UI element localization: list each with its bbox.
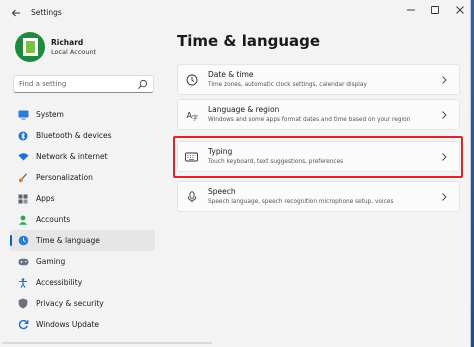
sidebar-item-accounts[interactable]: Accounts <box>10 209 155 230</box>
sidebar-item-network[interactable]: Network & internet <box>10 146 155 167</box>
sidebar-item-label: Network & internet <box>36 152 108 161</box>
selection-indicator <box>10 235 12 246</box>
title-bar: Settings <box>0 0 470 26</box>
maximize-icon <box>431 6 439 14</box>
settings-card-date-time[interactable]: Date & time Time zones, automatic clock … <box>177 64 460 95</box>
search-icon <box>138 79 148 89</box>
chevron-right-icon <box>442 193 447 201</box>
settings-card-speech[interactable]: Speech Speech language, speech recogniti… <box>177 181 460 212</box>
sidebar-item-privacy[interactable]: Privacy & security <box>10 293 155 314</box>
account-type: Local Account <box>51 48 97 56</box>
wifi-icon <box>17 151 29 163</box>
sidebar-item-label: Gaming <box>36 257 66 266</box>
typing-highlight-box <box>173 136 463 178</box>
window-title: Settings <box>31 8 62 17</box>
card-title: Speech <box>208 187 236 196</box>
avatar-shape-inner <box>26 41 35 53</box>
accessibility-icon <box>17 277 29 289</box>
sidebar-item-label: Accessibility <box>36 278 83 287</box>
sidebar-item-system[interactable]: System <box>10 104 155 125</box>
sidebar-item-time-language[interactable]: Time & language <box>10 230 155 251</box>
clock-icon <box>185 73 198 86</box>
user-name: Richard <box>51 38 84 47</box>
close-button[interactable] <box>449 3 470 17</box>
card-title: Language & region <box>208 105 280 114</box>
sidebar-item-gaming[interactable]: Gaming <box>10 251 155 272</box>
card-title: Date & time <box>208 70 254 79</box>
back-button[interactable] <box>8 6 24 20</box>
sidebar-item-label: Windows Update <box>36 320 100 329</box>
settings-window: Settings Richard Local Account Find a se… <box>0 0 471 347</box>
search-placeholder: Find a setting <box>19 80 67 88</box>
apps-icon <box>17 193 29 205</box>
sidebar-item-label: Time & language <box>36 236 100 245</box>
sidebar-item-label: System <box>36 110 64 119</box>
avatar[interactable] <box>15 32 45 62</box>
sidebar-item-label: Bluetooth & devices <box>36 131 112 140</box>
sidebar-nav: System Bluetooth & devices Network & int… <box>10 104 155 335</box>
language-icon: A字 <box>185 108 198 121</box>
card-description: Windows and some apps format dates and t… <box>208 117 411 123</box>
card-description: Speech language, speech recognition micr… <box>208 199 394 205</box>
gamepad-icon <box>17 256 29 268</box>
settings-card-language-region[interactable]: A字 Language & region Windows and some ap… <box>177 99 460 130</box>
close-icon <box>456 6 464 14</box>
monitor-icon <box>17 109 29 121</box>
account-icon <box>17 214 29 226</box>
bottom-divider <box>2 342 212 344</box>
brush-icon <box>17 172 29 184</box>
sidebar-item-label: Privacy & security <box>36 299 104 308</box>
chevron-right-icon <box>442 76 447 84</box>
sidebar-item-label: Accounts <box>36 215 71 224</box>
chevron-right-icon <box>442 111 447 119</box>
shield-icon <box>17 298 29 310</box>
minimize-button[interactable] <box>400 3 422 17</box>
update-icon <box>17 319 29 331</box>
sidebar-item-label: Apps <box>36 194 55 203</box>
sidebar-item-apps[interactable]: Apps <box>10 188 155 209</box>
microphone-icon <box>185 190 198 203</box>
globe-clock-icon <box>17 235 29 247</box>
card-description: Time zones, automatic clock settings, ca… <box>208 82 367 88</box>
sidebar-item-bluetooth[interactable]: Bluetooth & devices <box>10 125 155 146</box>
maximize-button[interactable] <box>424 3 446 17</box>
sidebar-item-accessibility[interactable]: Accessibility <box>10 272 155 293</box>
back-arrow-icon <box>11 9 20 17</box>
minimize-icon <box>407 9 415 11</box>
search-input[interactable]: Find a setting <box>13 75 154 93</box>
sidebar-item-personalization[interactable]: Personalization <box>10 167 155 188</box>
page-title: Time & language <box>177 32 321 50</box>
sidebar-item-windows-update[interactable]: Windows Update <box>10 314 155 335</box>
svg-text:字: 字 <box>192 114 198 121</box>
bluetooth-icon <box>17 130 29 142</box>
sidebar-item-label: Personalization <box>36 173 93 182</box>
